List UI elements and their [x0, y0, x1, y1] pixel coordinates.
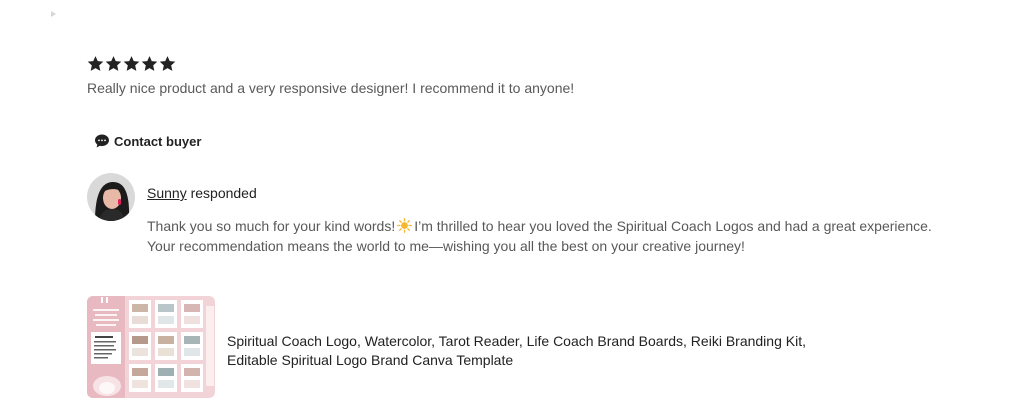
listing-title-link[interactable]: Spiritual Coach Logo, Watercolor, Tarot … — [227, 332, 927, 370]
response-text-part: I’m thrilled to hear you loved the Spiri… — [414, 218, 932, 234]
avatar-photo — [87, 173, 135, 221]
contact-buyer-button[interactable]: Contact buyer — [94, 133, 201, 149]
star-rating — [87, 55, 176, 72]
star-icon — [159, 56, 176, 71]
corner-arrow-icon — [51, 11, 56, 17]
response-line-1: Thank you so much for your kind words! I’… — [147, 216, 1007, 236]
response-line-2: Your recommendation means the world to m… — [147, 238, 745, 254]
response-text-part: Thank you so much for your kind words! — [147, 218, 396, 234]
review-text: Really nice product and a very responsiv… — [87, 80, 575, 96]
chat-bubble-icon — [95, 134, 109, 148]
responder-name-link[interactable]: Sunny — [147, 185, 187, 201]
listing-title-line-1: Spiritual Coach Logo, Watercolor, Tarot … — [227, 333, 806, 349]
star-icon — [141, 56, 158, 71]
listing-title-line-2: Editable Spiritual Logo Brand Canva Temp… — [227, 352, 514, 368]
responded-label: responded — [186, 185, 257, 201]
star-icon — [87, 56, 104, 71]
listing-image — [87, 296, 215, 398]
listing-thumbnail[interactable] — [87, 296, 215, 398]
star-icon — [123, 56, 140, 71]
avatar — [87, 173, 135, 221]
sun-emoji-icon — [397, 218, 413, 233]
contact-buyer-label: Contact buyer — [114, 133, 202, 149]
star-icon — [105, 56, 122, 71]
responder-line: Sunny responded — [147, 185, 257, 201]
seller-response: Thank you so much for your kind words! I’… — [147, 216, 1007, 256]
